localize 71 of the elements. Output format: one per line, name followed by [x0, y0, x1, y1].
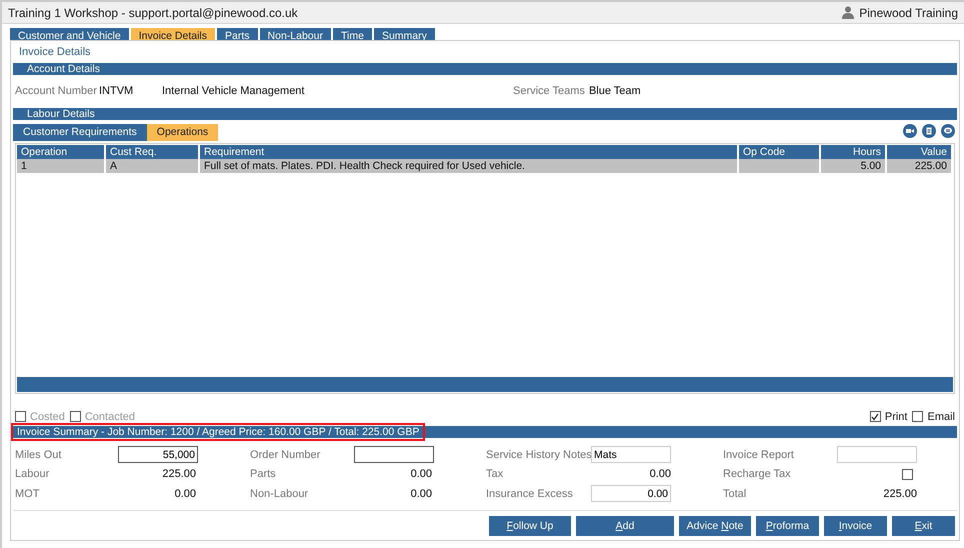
field-label: Account Number: [15, 85, 98, 97]
field-value: INTVM: [99, 85, 134, 97]
column-header: Operation: [17, 145, 105, 159]
checkbox[interactable]: [912, 411, 924, 422]
input-field[interactable]: 55,000: [118, 446, 198, 463]
field-label: Order Number: [250, 448, 322, 460]
field-label: Service Teams: [513, 85, 585, 97]
column-header: Op Code: [738, 145, 820, 159]
user-name: Pinewood Training: [859, 6, 958, 20]
field-label: Labour: [15, 468, 50, 480]
button[interactable]: Advice Note: [679, 516, 751, 536]
section-header: Labour Details: [13, 108, 957, 120]
field-label: Recharge Tax: [723, 468, 792, 480]
checkbox[interactable]: [70, 411, 81, 422]
column-header: Hours: [820, 145, 886, 159]
button[interactable]: Proforma: [756, 516, 819, 536]
section-header: Account Details: [13, 63, 957, 75]
tab[interactable]: Invoice Details: [130, 28, 216, 40]
button[interactable]: Add: [576, 516, 674, 536]
checkbox-label: Print: [884, 410, 908, 422]
tab[interactable]: Operations: [146, 124, 218, 141]
checkbox-label: Costed: [30, 410, 65, 422]
user-icon: [842, 6, 854, 19]
tab[interactable]: Time: [332, 28, 372, 40]
column-header: Cust Req.: [105, 145, 199, 159]
field-value: 0.00: [410, 488, 433, 500]
field-label: Insurance Excess: [486, 488, 574, 500]
checkbox[interactable]: [870, 411, 881, 422]
field-label: MOT: [15, 488, 40, 500]
column-header: Requirement: [199, 145, 738, 159]
field-value: Internal Vehicle Management: [162, 85, 306, 97]
page-heading: Invoice Details: [18, 45, 92, 60]
tab[interactable]: Customer Requirements: [13, 124, 147, 141]
table-cell: 225.00: [914, 160, 947, 172]
field-value: Blue Team: [588, 85, 641, 97]
tab[interactable]: Summary: [374, 28, 435, 40]
field-label: Non-Labour: [250, 488, 310, 500]
input-field[interactable]: Mats: [591, 446, 671, 463]
table-cell: 5.00: [860, 160, 881, 172]
chat-icon[interactable]: [941, 124, 955, 138]
document-icon[interactable]: [922, 124, 936, 138]
field-value: 225.00: [162, 468, 197, 480]
column-header: Value: [886, 145, 952, 159]
field-label: Parts: [250, 468, 277, 480]
checkbox-label: Contacted: [84, 410, 136, 422]
field-label: Tax: [486, 468, 504, 480]
field-label: Service History Notes: [486, 448, 591, 460]
button[interactable]: Invoice: [824, 516, 887, 536]
tab[interactable]: Customer and Vehicle: [10, 28, 129, 40]
tab[interactable]: Parts: [217, 28, 258, 40]
video-camera-icon[interactable]: [903, 124, 917, 138]
section-header: Invoice Summary - Job Number: 1200 / Agreed Price: 160.00 GBP / Total: 225.00 GBP: [13, 425, 424, 439]
input-field[interactable]: [354, 446, 434, 463]
button[interactable]: Follow Up: [489, 516, 571, 536]
checkbox-label: Email: [927, 410, 955, 422]
field-label: Miles Out: [15, 448, 62, 460]
table-cell: A: [110, 160, 118, 172]
field-label: Total: [723, 488, 748, 500]
table-cell: 1: [21, 160, 27, 172]
checkbox[interactable]: [15, 411, 26, 422]
table-cell: Full set of mats. Plates. PDI. Health Check required for Used vehicle.: [204, 160, 525, 172]
field-value: 0.00: [174, 488, 197, 500]
field-value: 0.00: [410, 468, 433, 480]
button[interactable]: Exit: [892, 516, 955, 536]
field-value: 225.00: [883, 488, 918, 500]
input-field[interactable]: 0.00: [591, 485, 671, 502]
tab[interactable]: Non-Labour: [260, 28, 331, 40]
field-value: 0.00: [650, 468, 672, 480]
window-title: Training 1 Workshop - support.portal@pinewood.co.uk: [8, 6, 298, 20]
field-label: Invoice Report: [723, 448, 795, 460]
checkbox[interactable]: [902, 468, 913, 480]
